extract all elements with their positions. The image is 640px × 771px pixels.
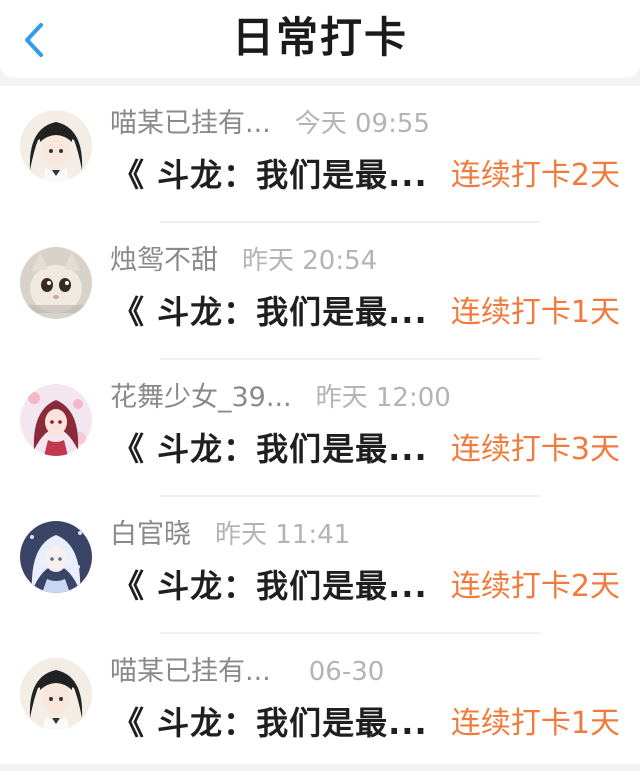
timestamp: 昨天 20:54 bbox=[242, 246, 378, 276]
checkin-list: 喵某已挂有... 今天 09:55 《 斗龙：我们是最... 连续打卡2天 烛鸳不… bbox=[0, 86, 640, 764]
entry-meta: 烛鸳不甜 昨天 20:54 bbox=[110, 241, 377, 281]
streak-label: 连续打卡1天 bbox=[450, 295, 620, 330]
avatar[interactable] bbox=[20, 521, 92, 593]
avatar[interactable] bbox=[20, 658, 92, 730]
page-title: 日常打卡 bbox=[231, 13, 408, 62]
header-bar: 日常打卡 bbox=[0, 0, 640, 78]
avatar[interactable] bbox=[20, 247, 92, 319]
book-title: 《 斗龙：我们是最... bbox=[112, 430, 428, 468]
list-item[interactable]: 烛鸳不甜 昨天 20:54 《 斗龙：我们是最... 连续打卡1天 bbox=[0, 223, 640, 360]
nickname: 烛鸳不甜 bbox=[110, 245, 218, 276]
entry-meta: 喵某已挂有... 今天 09:55 bbox=[110, 104, 430, 144]
avatar[interactable] bbox=[20, 110, 92, 182]
timestamp: 昨天 12:00 bbox=[315, 383, 451, 413]
book-title: 《 斗龙：我们是最... bbox=[112, 567, 428, 605]
list-item[interactable]: 喵某已挂有... 06-30 《 斗龙：我们是最... 连续打卡1天 bbox=[0, 634, 640, 771]
list-item[interactable]: 喵某已挂有... 今天 09:55 《 斗龙：我们是最... 连续打卡2天 bbox=[0, 86, 640, 223]
avatar[interactable] bbox=[20, 384, 92, 456]
streak-label: 连续打卡1天 bbox=[450, 706, 620, 741]
streak-label: 连续打卡3天 bbox=[450, 432, 620, 467]
entry-meta: 白官晓 昨天 11:41 bbox=[110, 515, 350, 555]
entry-meta: 花舞少女_39... 昨天 12:00 bbox=[110, 378, 451, 418]
list-item[interactable]: 花舞少女_39... 昨天 12:00 《 斗龙：我们是最... 连续打卡3天 bbox=[0, 360, 640, 497]
streak-label: 连续打卡2天 bbox=[450, 158, 620, 193]
timestamp: 06-30 bbox=[308, 657, 385, 687]
timestamp: 今天 09:55 bbox=[294, 109, 430, 139]
list-item[interactable]: 白官晓 昨天 11:41 《 斗龙：我们是最... 连续打卡2天 bbox=[0, 497, 640, 634]
streak-label: 连续打卡2天 bbox=[450, 569, 620, 604]
nickname: 喵某已挂有... bbox=[110, 656, 271, 687]
entry-meta: 喵某已挂有... 06-30 bbox=[110, 652, 384, 692]
nickname: 花舞少女_39... bbox=[110, 382, 292, 413]
timestamp: 昨天 11:41 bbox=[215, 520, 351, 550]
book-title: 《 斗龙：我们是最... bbox=[112, 156, 428, 194]
book-title: 《 斗龙：我们是最... bbox=[112, 293, 428, 331]
nickname: 白官晓 bbox=[110, 519, 191, 550]
book-title: 《 斗龙：我们是最... bbox=[112, 704, 428, 742]
nickname: 喵某已挂有... bbox=[110, 108, 271, 139]
